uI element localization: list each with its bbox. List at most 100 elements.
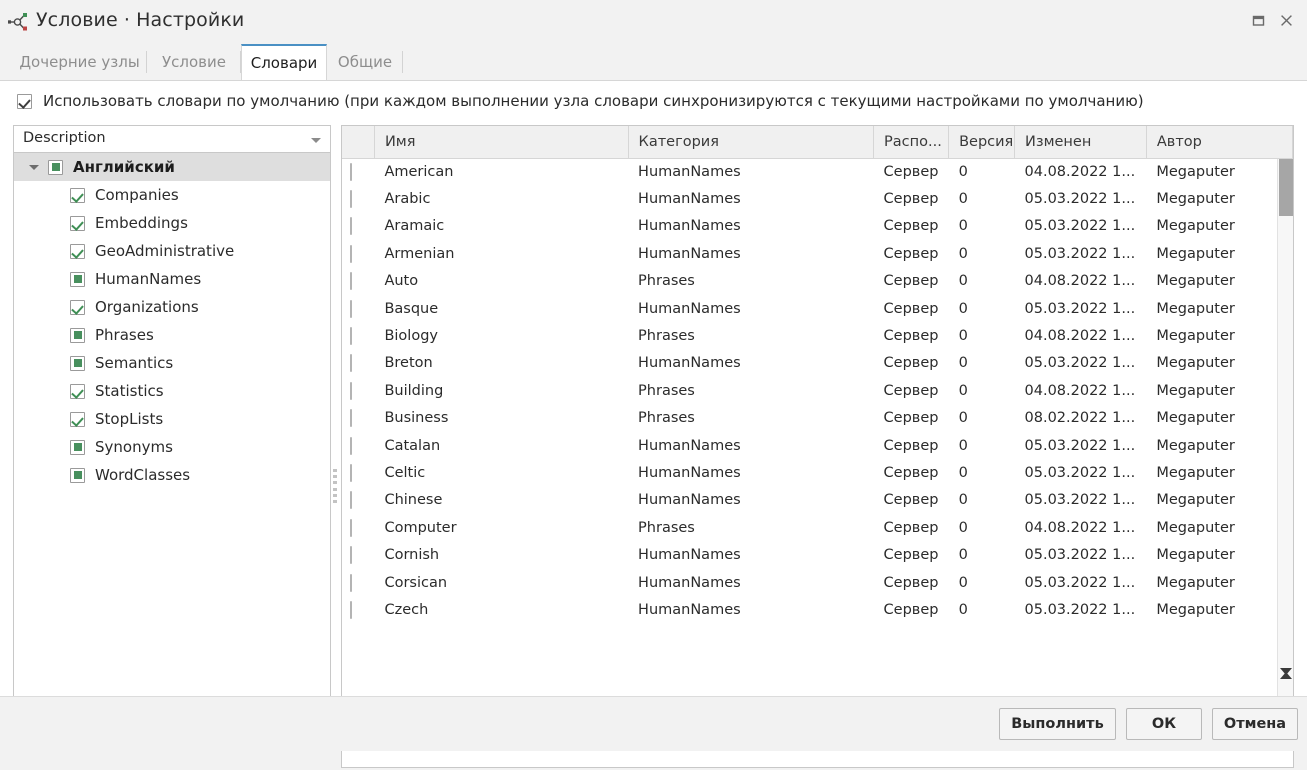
language-tree[interactable]: Английский Companies Embeddings GeoAdmin… bbox=[13, 153, 331, 713]
row-checkbox[interactable] bbox=[350, 190, 352, 209]
column-header-author[interactable]: Автор bbox=[1146, 126, 1293, 159]
tab-child-nodes[interactable]: Дочерние узлы bbox=[12, 44, 147, 80]
table-row[interactable]: Aramaic HumanNames Сервер 0 05.03.2022 1... M… bbox=[342, 213, 1293, 240]
tree-node-checkbox[interactable] bbox=[70, 327, 85, 343]
column-header-version[interactable]: Версия bbox=[948, 126, 1016, 159]
tree-node-stoplists[interactable]: StopLists bbox=[14, 405, 330, 433]
column-header-category[interactable]: Категория bbox=[628, 126, 875, 159]
row-checkbox-cell[interactable] bbox=[342, 213, 374, 240]
row-checkbox[interactable] bbox=[350, 409, 352, 428]
tree-node-checkbox[interactable] bbox=[48, 159, 63, 175]
table-vertical-scrollbar[interactable] bbox=[1277, 159, 1293, 698]
row-checkbox-cell[interactable] bbox=[342, 268, 374, 295]
tree-node-geoadministrative[interactable]: GeoAdministrative bbox=[14, 237, 330, 265]
tree-node-checkbox[interactable] bbox=[70, 299, 85, 315]
row-checkbox-cell[interactable] bbox=[342, 541, 374, 568]
tree-node-checkbox[interactable] bbox=[70, 243, 85, 259]
description-dropdown[interactable]: Description bbox=[13, 125, 331, 153]
row-checkbox-cell[interactable] bbox=[342, 350, 374, 377]
row-checkbox[interactable] bbox=[350, 354, 352, 373]
table-row[interactable]: Armenian HumanNames Сервер 0 05.03.2022 1...… bbox=[342, 240, 1293, 267]
row-checkbox[interactable] bbox=[350, 381, 352, 400]
table-row[interactable]: Corsican HumanNames Сервер 0 05.03.2022 1...… bbox=[342, 569, 1293, 596]
maximize-button[interactable] bbox=[1245, 10, 1271, 34]
row-checkbox[interactable] bbox=[350, 436, 352, 455]
row-checkbox[interactable] bbox=[350, 491, 352, 510]
table-row[interactable]: Basque HumanNames Сервер 0 05.03.2022 1... Me… bbox=[342, 295, 1293, 322]
row-checkbox-cell[interactable] bbox=[342, 377, 374, 404]
row-checkbox-cell[interactable] bbox=[342, 514, 374, 541]
tree-node-checkbox[interactable] bbox=[70, 439, 85, 455]
row-checkbox-cell[interactable] bbox=[342, 322, 374, 349]
column-header-name[interactable]: Имя bbox=[374, 126, 629, 159]
row-checkbox[interactable] bbox=[350, 600, 352, 619]
table-row[interactable]: Biology Phrases Сервер 0 04.08.2022 1... Mega… bbox=[342, 322, 1293, 349]
row-checkbox[interactable] bbox=[350, 244, 352, 263]
tree-node-phrases[interactable]: Phrases bbox=[14, 321, 330, 349]
row-checkbox[interactable] bbox=[350, 573, 352, 592]
table-row[interactable]: Computer Phrases Сервер 0 04.08.2022 1... Meg… bbox=[342, 514, 1293, 541]
tree-node-humannames[interactable]: HumanNames bbox=[14, 265, 330, 293]
row-checkbox[interactable] bbox=[350, 463, 352, 482]
table-row[interactable]: Business Phrases Сервер 0 08.02.2022 1... Meg… bbox=[342, 405, 1293, 432]
tree-node-companies[interactable]: Companies bbox=[14, 181, 330, 209]
row-checkbox[interactable] bbox=[350, 518, 352, 537]
column-header-modified[interactable]: Изменен bbox=[1014, 126, 1147, 159]
tree-node-checkbox[interactable] bbox=[70, 271, 85, 287]
row-checkbox-cell[interactable] bbox=[342, 432, 374, 459]
scrollbar-thumb[interactable] bbox=[1279, 159, 1293, 216]
row-checkbox[interactable] bbox=[350, 546, 352, 565]
table-row[interactable]: Cornish HumanNames Сервер 0 05.03.2022 1... M… bbox=[342, 541, 1293, 568]
tab-general[interactable]: Общие bbox=[327, 44, 403, 80]
tree-node-statistics[interactable]: Statistics bbox=[14, 377, 330, 405]
tree-node-checkbox[interactable] bbox=[70, 355, 85, 371]
vertical-splitter-handle[interactable] bbox=[332, 469, 338, 503]
row-checkbox[interactable] bbox=[350, 327, 352, 346]
row-checkbox-cell[interactable] bbox=[342, 240, 374, 267]
tree-node-root[interactable]: Английский bbox=[14, 153, 330, 181]
column-header-location[interactable]: Распо... bbox=[873, 126, 950, 159]
tree-node-checkbox[interactable] bbox=[70, 187, 85, 203]
dictionary-table[interactable]: Имя Категория Распо... Версия Изменен Ав… bbox=[341, 125, 1294, 699]
use-default-dictionaries-checkbox[interactable]: Использовать словари по умолчанию (при к… bbox=[17, 92, 1144, 110]
column-header-select[interactable] bbox=[342, 126, 375, 159]
run-button[interactable]: Выполнить bbox=[999, 708, 1116, 740]
tab-dictionaries[interactable]: Словари bbox=[241, 44, 327, 80]
tree-node-checkbox[interactable] bbox=[70, 383, 85, 399]
table-row[interactable]: Czech HumanNames Сервер 0 05.03.2022 1... Meg… bbox=[342, 596, 1293, 623]
row-checkbox-cell[interactable] bbox=[342, 158, 374, 185]
tree-node-wordclasses[interactable]: WordClasses bbox=[14, 461, 330, 489]
row-checkbox[interactable] bbox=[350, 299, 352, 318]
tree-node-checkbox[interactable] bbox=[70, 215, 85, 231]
row-checkbox-cell[interactable] bbox=[342, 405, 374, 432]
tree-node-checkbox[interactable] bbox=[70, 467, 85, 483]
table-row[interactable]: Catalan HumanNames Сервер 0 05.03.2022 1... M… bbox=[342, 432, 1293, 459]
table-row[interactable]: Auto Phrases Сервер 0 04.08.2022 1... Megaput… bbox=[342, 268, 1293, 295]
row-checkbox-cell[interactable] bbox=[342, 185, 374, 212]
tab-condition[interactable]: Условие bbox=[147, 44, 241, 80]
row-checkbox-cell[interactable] bbox=[342, 596, 374, 623]
chevron-down-icon[interactable] bbox=[26, 159, 42, 175]
cancel-button[interactable]: Отмена bbox=[1212, 708, 1298, 740]
row-checkbox-cell[interactable] bbox=[342, 569, 374, 596]
tree-node-organizations[interactable]: Organizations bbox=[14, 293, 330, 321]
row-checkbox[interactable] bbox=[350, 272, 352, 291]
tree-node-synonyms[interactable]: Synonyms bbox=[14, 433, 330, 461]
table-row[interactable]: Breton HumanNames Сервер 0 05.03.2022 1... Me… bbox=[342, 350, 1293, 377]
table-row[interactable]: Arabic HumanNames Сервер 0 05.03.2022 1... Me… bbox=[342, 185, 1293, 212]
table-row[interactable]: Building Phrases Сервер 0 04.08.2022 1... Meg… bbox=[342, 377, 1293, 404]
scroll-up-button[interactable] bbox=[1280, 656, 1292, 679]
tree-node-checkbox[interactable] bbox=[70, 411, 85, 427]
table-row[interactable]: Celtic HumanNames Сервер 0 05.03.2022 1... Me… bbox=[342, 459, 1293, 486]
row-checkbox-cell[interactable] bbox=[342, 295, 374, 322]
close-button[interactable] bbox=[1273, 10, 1299, 34]
table-row[interactable]: American HumanNames Сервер 0 04.08.2022 1...… bbox=[342, 158, 1293, 185]
row-checkbox-cell[interactable] bbox=[342, 459, 374, 486]
row-checkbox[interactable] bbox=[350, 217, 352, 236]
row-checkbox[interactable] bbox=[350, 162, 352, 181]
ok-button[interactable]: ОК bbox=[1126, 708, 1202, 740]
tree-node-embeddings[interactable]: Embeddings bbox=[14, 209, 330, 237]
table-row[interactable]: Chinese HumanNames Сервер 0 05.03.2022 1... M… bbox=[342, 487, 1293, 514]
row-checkbox-cell[interactable] bbox=[342, 487, 374, 514]
scroll-down-button[interactable] bbox=[1280, 668, 1292, 691]
